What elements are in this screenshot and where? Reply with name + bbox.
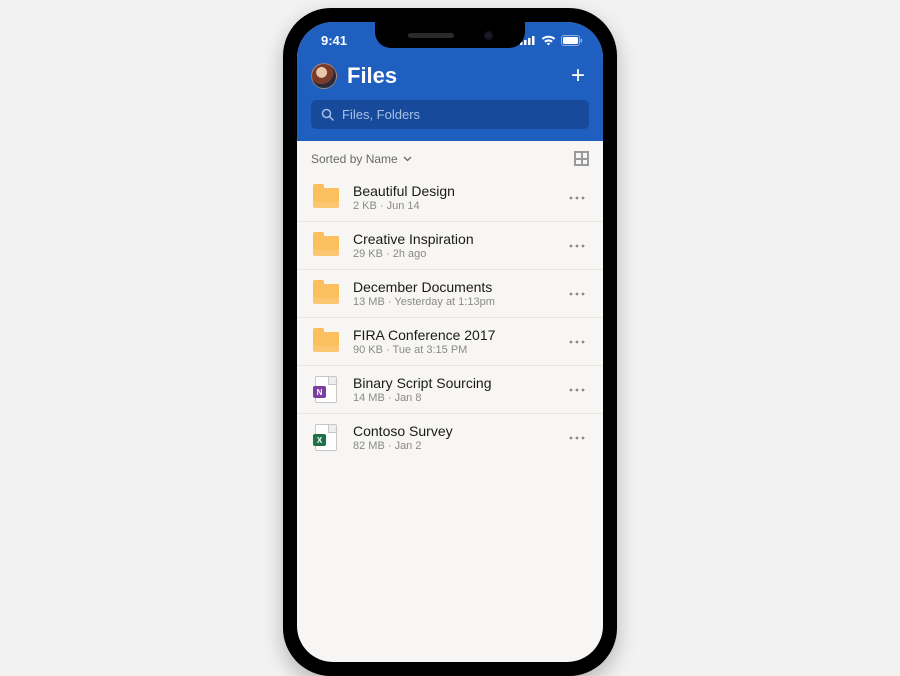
folder-icon	[313, 332, 339, 352]
add-button[interactable]: +	[567, 62, 589, 90]
list-item[interactable]: X Contoso Survey82 MB · Jan 2	[297, 413, 603, 461]
more-options-button[interactable]	[565, 288, 589, 300]
item-meta: 13 MB · Yesterday at 1:13pm	[353, 296, 553, 308]
item-meta: 82 MB · Jan 2	[353, 440, 553, 452]
excel-file-icon: X	[315, 424, 337, 451]
list-item[interactable]: Beautiful Design2 KB · Jun 14	[297, 174, 603, 221]
wifi-icon	[541, 35, 556, 46]
sort-bar: Sorted by Name	[297, 141, 603, 174]
more-options-button[interactable]	[565, 240, 589, 252]
app-header: Files + Files, Folders	[297, 58, 603, 141]
folder-icon	[313, 284, 339, 304]
item-name: Contoso Survey	[353, 423, 553, 439]
battery-icon	[561, 35, 583, 46]
excel-badge: X	[313, 434, 326, 446]
item-meta: 14 MB · Jan 8	[353, 392, 553, 404]
more-options-button[interactable]	[565, 384, 589, 396]
item-name: December Documents	[353, 279, 553, 295]
folder-icon	[313, 236, 339, 256]
chevron-down-icon	[403, 156, 412, 162]
item-name: Creative Inspiration	[353, 231, 553, 247]
more-options-button[interactable]	[565, 432, 589, 444]
page-title: Files	[347, 63, 397, 89]
view-toggle-button[interactable]	[574, 151, 589, 166]
speaker-grille	[408, 33, 454, 38]
phone-notch	[375, 22, 525, 48]
item-name: Beautiful Design	[353, 183, 553, 199]
item-name: FIRA Conference 2017	[353, 327, 553, 343]
list-item[interactable]: FIRA Conference 201790 KB · Tue at 3:15 …	[297, 317, 603, 365]
status-indicators	[520, 35, 583, 46]
file-list: Beautiful Design2 KB · Jun 14Creative In…	[297, 174, 603, 461]
avatar[interactable]	[311, 63, 337, 89]
sort-label: Sorted by Name	[311, 152, 398, 166]
phone-frame: 9:41 Files + Files, Folders So	[283, 8, 617, 676]
list-item[interactable]: Creative Inspiration29 KB · 2h ago	[297, 221, 603, 269]
list-item[interactable]: N Binary Script Sourcing14 MB · Jan 8	[297, 365, 603, 413]
item-name: Binary Script Sourcing	[353, 375, 553, 391]
phone-screen: 9:41 Files + Files, Folders So	[297, 22, 603, 662]
item-meta: 90 KB · Tue at 3:15 PM	[353, 344, 553, 356]
ellipsis-icon	[569, 388, 585, 392]
item-meta: 29 KB · 2h ago	[353, 248, 553, 260]
list-item[interactable]: December Documents13 MB · Yesterday at 1…	[297, 269, 603, 317]
ellipsis-icon	[569, 436, 585, 440]
search-icon	[321, 108, 334, 121]
more-options-button[interactable]	[565, 192, 589, 204]
search-placeholder: Files, Folders	[342, 107, 420, 122]
onenote-file-icon: N	[315, 376, 337, 403]
folder-icon	[313, 188, 339, 208]
search-input[interactable]: Files, Folders	[311, 100, 589, 129]
item-meta: 2 KB · Jun 14	[353, 200, 553, 212]
ellipsis-icon	[569, 292, 585, 296]
status-time: 9:41	[321, 33, 347, 48]
sort-button[interactable]: Sorted by Name	[311, 152, 412, 166]
ellipsis-icon	[569, 340, 585, 344]
ellipsis-icon	[569, 196, 585, 200]
front-camera	[484, 31, 493, 40]
onenote-badge: N	[313, 386, 326, 398]
ellipsis-icon	[569, 244, 585, 248]
more-options-button[interactable]	[565, 336, 589, 348]
